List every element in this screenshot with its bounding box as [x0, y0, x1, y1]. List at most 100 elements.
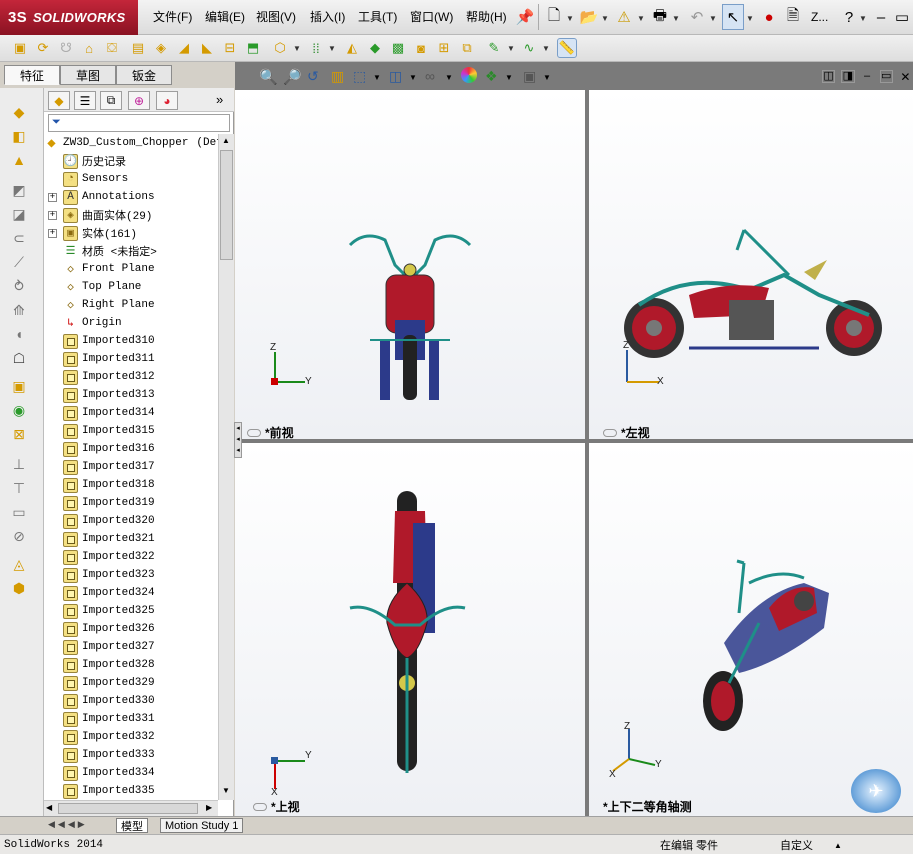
combine-icon[interactable]: ⊞ — [434, 38, 454, 58]
tree-item[interactable]: + A Annotations — [48, 188, 218, 206]
tree-item[interactable]: Imported323 — [63, 566, 218, 584]
tree-item[interactable]: ◇ Front Plane — [63, 260, 218, 278]
menu-edit[interactable]: 编辑(E) — [205, 0, 245, 35]
tree-item[interactable]: Imported326 — [63, 620, 218, 638]
sweep-icon[interactable]: ☋ — [56, 38, 76, 58]
scroll-down-icon[interactable]: ▼ — [222, 786, 230, 795]
tree-item[interactable]: Imported327 — [63, 638, 218, 656]
feature-icon-7[interactable]: ◖ — [8, 324, 30, 344]
top-view-pane[interactable]: Y X *上视 — [235, 443, 585, 816]
pattern-icon[interactable]: ⁞⁞ — [306, 38, 326, 58]
restore-icon[interactable]: ▭ — [891, 4, 913, 30]
expand-icon[interactable]: + — [48, 210, 57, 220]
restore-view-icon[interactable]: ▭ — [879, 70, 893, 83]
mirror-icon[interactable]: ◭ — [342, 38, 362, 58]
chevron-down-icon[interactable]: ▼ — [373, 73, 381, 82]
intersect-icon[interactable]: ⧉ — [457, 38, 477, 58]
feature-icon-1[interactable]: ◩ — [8, 180, 30, 200]
display-style-icon[interactable]: ◫ — [389, 68, 402, 85]
menu-help[interactable]: 帮助(H) — [466, 0, 507, 35]
tree-item[interactable]: Imported328 — [63, 656, 218, 674]
feature-icon-12[interactable]: ⊥ — [8, 454, 30, 474]
feature-icon-11[interactable]: ⊠ — [8, 424, 30, 444]
tree-item[interactable]: Imported318 — [63, 476, 218, 494]
sketch-icon[interactable]: ✎ — [484, 38, 504, 58]
dimxpert-icon[interactable]: ⊕ — [128, 91, 150, 110]
revolve-cut-icon[interactable]: ◈ — [151, 38, 171, 58]
tree-vertical-scrollbar[interactable]: ▲ ▼ — [218, 134, 234, 800]
feature-icon-17[interactable]: ⬢ — [8, 578, 30, 598]
chevron-right-icon[interactable]: » — [216, 92, 223, 107]
menu-insert[interactable]: 插入(I) — [310, 0, 345, 35]
front-view-pane[interactable]: Z Y *前视 — [235, 90, 585, 439]
rebuild-warning-icon[interactable]: ⚠ — [613, 4, 635, 30]
cut-icon[interactable]: ◧ — [8, 126, 30, 146]
options-icon[interactable]: 🗎 — [782, 4, 804, 30]
tree-item[interactable]: Imported332 — [63, 728, 218, 746]
chevron-down-icon[interactable]: ▼ — [709, 14, 717, 23]
print-icon[interactable]: 🖶 — [649, 4, 671, 30]
boundary-icon[interactable]: ⛋ — [102, 38, 122, 58]
zoom-to-fit-icon[interactable]: 🔍 — [259, 68, 278, 86]
tab-features[interactable]: 特征 — [4, 65, 60, 85]
menu-window[interactable]: 窗口(W) — [410, 0, 453, 35]
chevron-down-icon[interactable]: ▼ — [445, 73, 453, 82]
tree-item[interactable]: Imported315 — [63, 422, 218, 440]
loft-icon[interactable]: ⌂ — [79, 38, 99, 58]
chevron-down-icon[interactable]: ▼ — [542, 44, 550, 53]
split-view-icon[interactable]: ◫ — [822, 70, 836, 83]
scroll-left-icon[interactable]: ◀ — [46, 803, 52, 812]
revolve-icon[interactable]: ⟳ — [33, 38, 53, 58]
tree-item[interactable]: Imported320 — [63, 512, 218, 530]
tree-item[interactable]: Imported331 — [63, 710, 218, 728]
feature-icon-8[interactable]: ☖ — [8, 348, 30, 368]
feature-icon-9[interactable]: ▣ — [8, 376, 30, 396]
minimize-view-icon[interactable]: – — [861, 70, 874, 86]
chevron-down-icon[interactable]: ▼ — [505, 73, 513, 82]
help-icon[interactable]: ? — [838, 4, 860, 30]
user-menu[interactable]: Z... — [811, 0, 828, 35]
tree-item[interactable]: Imported335 — [63, 782, 218, 800]
tree-item[interactable]: + ▣ 实体(161) — [48, 224, 218, 242]
tree-item[interactable]: Imported311 — [63, 350, 218, 368]
feature-icon-15[interactable]: ⊘ — [8, 526, 30, 546]
tree-item[interactable]: Imported333 — [63, 746, 218, 764]
feature-icon-16[interactable]: ◬ — [8, 554, 30, 574]
boss-base-icon[interactable]: ◆ — [8, 102, 30, 122]
tree-item[interactable]: Imported322 — [63, 548, 218, 566]
chevron-down-icon[interactable]: ▼ — [328, 44, 336, 53]
tab-sketch[interactable]: 草图 — [60, 65, 116, 85]
traffic-light-icon[interactable]: ● — [758, 4, 780, 30]
shell-icon[interactable]: ⬒ — [243, 38, 263, 58]
tree-item[interactable]: Imported321 — [63, 530, 218, 548]
tree-item[interactable]: Imported329 — [63, 674, 218, 692]
chevron-up-icon[interactable]: ▲ — [834, 837, 842, 853]
feature-icon-4[interactable]: ⟋ — [8, 252, 30, 272]
chamfer-icon[interactable]: ◣ — [197, 38, 217, 58]
undo-icon[interactable]: ↶ — [686, 4, 708, 30]
draft-icon[interactable]: ⬡ — [270, 38, 290, 58]
tree-horizontal-scrollbar[interactable]: ◀ ▶ — [44, 800, 218, 816]
tree-item[interactable]: ↳ Origin — [63, 314, 218, 332]
tab-motion-study[interactable]: Motion Study 1 — [160, 818, 244, 833]
feature-icon-10[interactable]: ◉ — [8, 400, 30, 420]
previous-view-icon[interactable]: ↺ — [307, 68, 319, 85]
tree-item[interactable]: Imported330 — [63, 692, 218, 710]
rib-icon[interactable]: ⊟ — [220, 38, 240, 58]
chevron-down-icon[interactable]: ▼ — [293, 44, 301, 53]
isometric-view-pane[interactable]: Z Y X *上下二等角轴测 ✈ — [589, 443, 913, 816]
hide-show-items-icon[interactable]: ∞ — [425, 68, 435, 84]
scrollbar-thumb[interactable] — [58, 803, 198, 814]
tree-item[interactable]: Imported324 — [63, 584, 218, 602]
menu-file[interactable]: 文件(F) — [153, 0, 192, 35]
menu-view[interactable]: 视图(V) — [256, 0, 296, 35]
tree-item[interactable]: 🕘 历史记录 — [63, 152, 218, 170]
tree-item[interactable]: Imported313 — [63, 386, 218, 404]
view-settings-icon[interactable]: ▣ — [523, 68, 536, 85]
tree-item[interactable]: ☰ 材质 <未指定> — [63, 242, 218, 260]
tree-item[interactable]: Imported314 — [63, 404, 218, 422]
feature-icon-3[interactable]: ⊂ — [8, 228, 30, 248]
property-manager-icon[interactable]: ☰ — [74, 91, 96, 110]
chevron-down-icon[interactable]: ▼ — [601, 14, 609, 23]
chevron-down-icon[interactable]: ▼ — [566, 14, 574, 23]
